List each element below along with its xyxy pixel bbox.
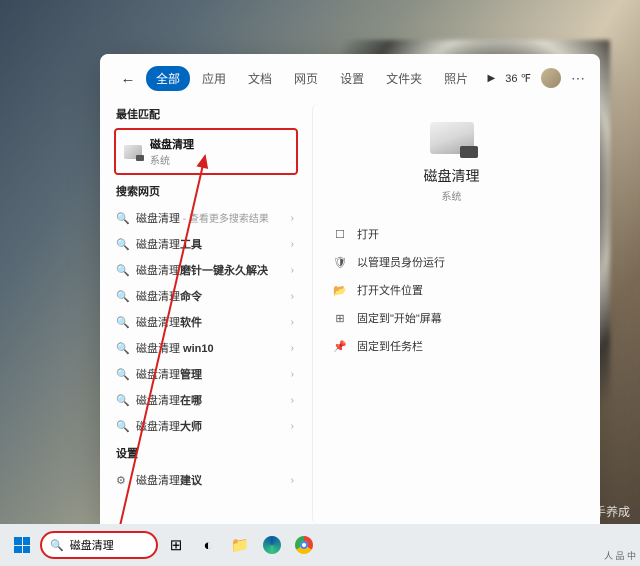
chevron-right-icon: ›	[291, 395, 294, 406]
web-search-item-3[interactable]: 🔍 磁盘清理命令›	[114, 283, 308, 309]
web-item-text: 磁盘清理磨针一键永久解决	[136, 262, 291, 278]
web-search-label: 搜索网页	[116, 183, 308, 199]
filter-tab-1[interactable]: 应用	[192, 66, 236, 91]
search-panel: ← 全部应用文档网页设置文件夹照片 ▶ 36 ℉ ⋯ 最佳匹配 磁盘清理 系统 …	[100, 54, 600, 534]
user-avatar[interactable]	[541, 68, 561, 88]
taskbar-search-box[interactable]: 🔍	[40, 531, 158, 559]
chevron-right-icon: ›	[291, 239, 294, 250]
settings-item-text: 磁盘清理建议	[136, 472, 291, 488]
filter-tab-3[interactable]: 网页	[284, 66, 328, 91]
filter-tab-6[interactable]: 照片	[434, 66, 478, 91]
action-pin-start[interactable]: ⊞ 固定到"开始"屏幕	[327, 305, 576, 331]
disk-cleanup-icon	[124, 145, 142, 159]
play-icon[interactable]: ▶	[488, 73, 496, 84]
folder-icon: 📂	[333, 284, 347, 297]
action-label: 以管理员身份运行	[357, 254, 445, 270]
pin-task-icon: 📌	[333, 340, 347, 353]
search-icon: 🔍	[116, 264, 130, 277]
best-match-result[interactable]: 磁盘清理 系统	[114, 128, 298, 175]
more-options-icon[interactable]: ⋯	[571, 70, 586, 87]
chrome-button[interactable]	[290, 531, 318, 559]
task-view-button[interactable]: ⊞	[162, 531, 190, 559]
open-icon: ☐	[333, 228, 347, 241]
search-icon: 🔍	[116, 238, 130, 251]
chevron-right-icon: ›	[291, 369, 294, 380]
filter-tab-2[interactable]: 文档	[238, 66, 282, 91]
search-icon: 🔍	[116, 368, 130, 381]
web-item-text: 磁盘清理命令	[136, 288, 291, 304]
settings-icon: ⚙	[116, 474, 130, 487]
chevron-right-icon: ›	[291, 475, 294, 486]
chevron-right-icon: ›	[291, 265, 294, 276]
search-icon: 🔍	[116, 290, 130, 303]
action-label: 打开	[357, 226, 379, 242]
filter-tab-5[interactable]: 文件夹	[376, 66, 432, 91]
edge-icon	[263, 536, 281, 554]
edge-button[interactable]	[258, 531, 286, 559]
web-search-item-2[interactable]: 🔍 磁盘清理磨针一键永久解决›	[114, 257, 308, 283]
web-item-text: 磁盘清理工具	[136, 236, 291, 252]
action-label: 打开文件位置	[357, 282, 423, 298]
app-subtitle: 系统	[442, 188, 462, 203]
settings-label: 设置	[116, 445, 308, 461]
web-item-text: 磁盘清理软件	[136, 314, 291, 330]
action-label: 固定到"开始"屏幕	[357, 310, 442, 326]
search-icon: 🔍	[50, 539, 64, 552]
action-folder[interactable]: 📂 打开文件位置	[327, 277, 576, 303]
search-icon: 🔍	[116, 212, 130, 225]
chrome-icon	[295, 536, 313, 554]
action-pin-task[interactable]: 📌 固定到任务栏	[327, 333, 576, 359]
details-pane: 磁盘清理 系统 ☐ 打开 🛡 以管理员身份运行 📂 打开文件位置 ⊞ 固定到"开始"屏幕 📌 固定…	[312, 104, 590, 524]
app-title: 磁盘清理	[424, 166, 480, 186]
admin-icon: 🛡	[333, 256, 347, 269]
best-match-sub: 系统	[150, 152, 194, 167]
settings-suggestion-item[interactable]: ⚙ 磁盘清理建议 ›	[114, 467, 308, 493]
weather-widget[interactable]: 36 ℉	[505, 72, 531, 85]
windows-logo-icon	[14, 537, 30, 553]
widgets-button[interactable]: ◐	[194, 531, 222, 559]
action-admin[interactable]: 🛡 以管理员身份运行	[327, 249, 576, 275]
panel-header: ← 全部应用文档网页设置文件夹照片 ▶ 36 ℉ ⋯	[100, 54, 600, 100]
file-explorer-button[interactable]: 📁	[226, 531, 254, 559]
filter-tab-4[interactable]: 设置	[330, 66, 374, 91]
search-icon: 🔍	[116, 420, 130, 433]
results-column: 最佳匹配 磁盘清理 系统 搜索网页 🔍磁盘清理 - 查看更多搜索结果›🔍磁盘清理…	[100, 100, 308, 534]
web-item-text: 磁盘清理管理	[136, 366, 291, 382]
back-button[interactable]: ←	[114, 64, 142, 92]
action-label: 固定到任务栏	[357, 338, 423, 354]
taskbar: 🔍 ⊞ ◐ 📁	[0, 524, 640, 566]
taskbar-search-input[interactable]	[70, 539, 148, 551]
web-item-text: 磁盘清理 - 查看更多搜索结果	[136, 210, 291, 226]
chevron-right-icon: ›	[291, 291, 294, 302]
web-item-text: 磁盘清理在哪	[136, 392, 291, 408]
web-search-item-8[interactable]: 🔍 磁盘清理大师›	[114, 413, 308, 439]
web-item-text: 磁盘清理大师	[136, 418, 291, 434]
web-search-item-4[interactable]: 🔍 磁盘清理软件›	[114, 309, 308, 335]
ime-indicator[interactable]: 人 品 中	[604, 549, 636, 562]
action-open[interactable]: ☐ 打开	[327, 221, 576, 247]
web-search-item-7[interactable]: 🔍 磁盘清理在哪›	[114, 387, 308, 413]
web-search-item-0[interactable]: 🔍 磁盘清理 - 查看更多搜索结果›	[114, 205, 308, 231]
filter-tab-0[interactable]: 全部	[146, 66, 190, 91]
pin-start-icon: ⊞	[333, 312, 347, 325]
web-search-item-5[interactable]: 🔍 磁盘清理 win10›	[114, 335, 308, 361]
disk-cleanup-icon-large	[430, 122, 474, 154]
search-icon: 🔍	[116, 394, 130, 407]
start-button[interactable]	[8, 531, 36, 559]
chevron-right-icon: ›	[291, 421, 294, 432]
search-icon: 🔍	[116, 342, 130, 355]
chevron-right-icon: ›	[291, 343, 294, 354]
best-match-label: 最佳匹配	[116, 106, 308, 122]
chevron-right-icon: ›	[291, 317, 294, 328]
search-icon: 🔍	[116, 316, 130, 329]
best-match-title: 磁盘清理	[150, 136, 194, 152]
web-search-item-6[interactable]: 🔍 磁盘清理管理›	[114, 361, 308, 387]
web-item-text: 磁盘清理 win10	[136, 340, 291, 356]
chevron-right-icon: ›	[291, 213, 294, 224]
web-search-item-1[interactable]: 🔍 磁盘清理工具›	[114, 231, 308, 257]
